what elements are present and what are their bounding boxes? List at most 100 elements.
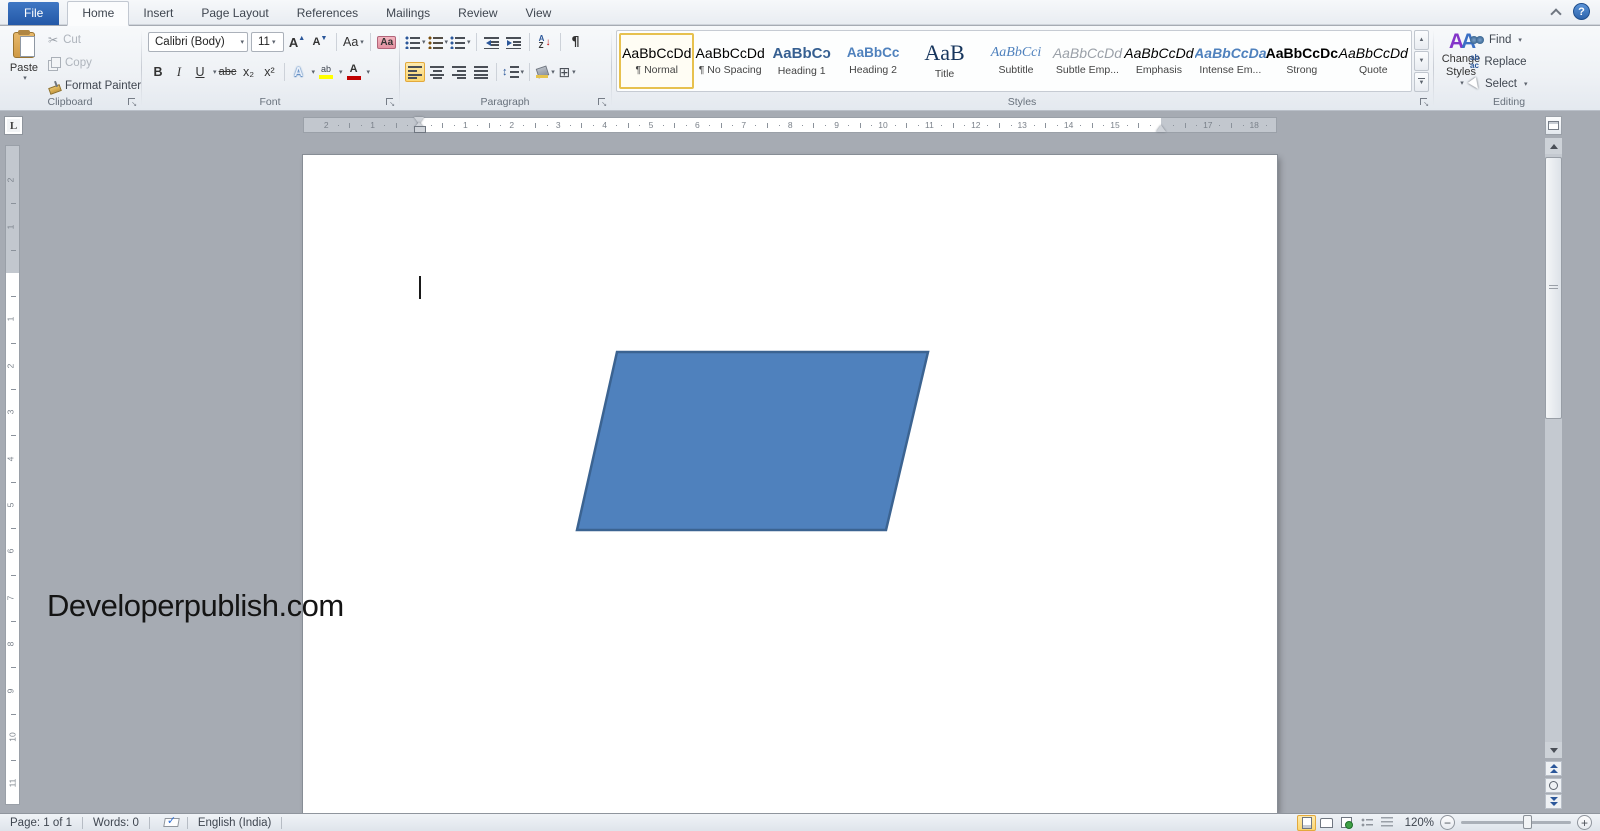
select-button[interactable]: Select ▾ bbox=[1467, 76, 1527, 92]
tab-view[interactable]: View bbox=[512, 2, 566, 25]
styles-more-button[interactable]: ▼ bbox=[1414, 72, 1429, 92]
view-ruler-toggle-button[interactable] bbox=[1545, 116, 1562, 135]
font-color-button[interactable]: A bbox=[344, 62, 364, 82]
web-layout-view-button[interactable] bbox=[1337, 815, 1356, 831]
style--normal[interactable]: AaBbCcDd ¶ Normal bbox=[619, 33, 695, 89]
ribbon-tab-row: File Home Insert Page Layout References Maili… bbox=[0, 0, 1600, 26]
ruler-number: 7 bbox=[741, 120, 747, 130]
bullet-list-icon bbox=[405, 35, 420, 49]
show-formatting-marks-button[interactable]: ¶ bbox=[566, 32, 586, 52]
format-painter-button[interactable]: Format Painter bbox=[48, 77, 141, 95]
paragraph-dialog-launcher[interactable] bbox=[597, 97, 607, 108]
next-page-button[interactable] bbox=[1545, 794, 1562, 809]
bullets-button[interactable]: ▾ bbox=[405, 32, 426, 52]
multilevel-list-button[interactable]: ▾ bbox=[450, 32, 471, 52]
tab-selector-button[interactable]: L bbox=[4, 116, 23, 135]
select-browse-object-button[interactable] bbox=[1545, 778, 1562, 793]
zoom-out-button[interactable]: − bbox=[1440, 815, 1455, 830]
numbering-button[interactable]: ▾ bbox=[427, 32, 448, 52]
zoom-in-button[interactable]: + bbox=[1577, 815, 1592, 830]
copy-button[interactable]: Copy bbox=[48, 54, 141, 72]
style-title[interactable]: AaB Title bbox=[909, 33, 980, 89]
replace-button[interactable]: ab ac Replace bbox=[1470, 54, 1527, 70]
borders-button[interactable]: ⊞ ▾ bbox=[557, 62, 577, 82]
word-count[interactable]: Words: 0 bbox=[91, 817, 141, 829]
styles-dialog-launcher[interactable] bbox=[1419, 97, 1429, 108]
right-indent-marker[interactable] bbox=[1156, 125, 1166, 132]
minimize-ribbon-icon[interactable] bbox=[1549, 5, 1563, 19]
outline-view-button[interactable] bbox=[1357, 815, 1376, 831]
paste-button[interactable]: Paste ▾ bbox=[6, 30, 42, 96]
style--no-spacing[interactable]: AaBbCcDd ¶ No Spacing bbox=[694, 33, 765, 89]
text-effects-button[interactable]: A bbox=[289, 62, 309, 82]
tab-insert[interactable]: Insert bbox=[129, 2, 187, 25]
page-indicator[interactable]: Page: 1 of 1 bbox=[8, 817, 74, 829]
italic-button[interactable]: I bbox=[169, 62, 189, 82]
zoom-slider[interactable] bbox=[1461, 815, 1571, 829]
style-subtitle[interactable]: AaBbCci Subtitle bbox=[980, 33, 1051, 89]
cut-button[interactable]: ✂ Cut bbox=[48, 31, 141, 49]
shrink-font-button[interactable]: A ▼ bbox=[310, 32, 330, 52]
vertical-scrollbar-thumb[interactable] bbox=[1545, 157, 1562, 419]
subscript-button[interactable]: x₂ bbox=[239, 62, 259, 82]
bold-button[interactable]: B bbox=[148, 62, 168, 82]
chevron-down-icon: ▾ bbox=[360, 39, 364, 46]
grow-font-button[interactable]: A ▲ bbox=[287, 32, 307, 52]
justify-button[interactable] bbox=[471, 62, 491, 82]
find-button[interactable]: Find ▾ bbox=[1470, 32, 1527, 48]
style-subtle-emp-[interactable]: AaBbCcDd Subtle Emp... bbox=[1052, 33, 1123, 89]
strikethrough-button[interactable]: abc bbox=[218, 62, 238, 82]
increase-indent-icon bbox=[506, 35, 522, 49]
tab-file[interactable]: File bbox=[8, 2, 60, 25]
align-center-button[interactable] bbox=[427, 62, 447, 82]
language-indicator[interactable]: English (India) bbox=[196, 817, 274, 829]
shading-button[interactable]: ▾ bbox=[535, 62, 555, 82]
align-left-button[interactable] bbox=[405, 62, 425, 82]
underline-button[interactable]: U bbox=[190, 62, 210, 82]
font-dialog-launcher[interactable] bbox=[385, 97, 395, 108]
print-layout-view-button[interactable] bbox=[1297, 814, 1316, 831]
highlight-button[interactable]: ab bbox=[316, 62, 336, 82]
align-right-button[interactable] bbox=[449, 62, 469, 82]
font-name-select[interactable]: Calibri (Body) ▾ bbox=[148, 32, 248, 52]
sort-button[interactable]: AZ ↓ bbox=[535, 32, 555, 52]
clear-formatting-button[interactable]: Aa bbox=[377, 32, 397, 52]
ruler-number: 1 bbox=[370, 120, 375, 130]
tab-page-layout[interactable]: Page Layout bbox=[187, 2, 282, 25]
hanging-indent-marker[interactable] bbox=[414, 121, 426, 133]
tab-review[interactable]: Review bbox=[444, 2, 511, 25]
line-spacing-button[interactable]: ↕ ▾ bbox=[502, 62, 524, 82]
style-heading-2[interactable]: AaBbCc Heading 2 bbox=[837, 33, 908, 89]
fullscreen-reading-view-button[interactable] bbox=[1317, 815, 1336, 831]
styles-scroll-up-button[interactable]: ▲ bbox=[1414, 30, 1429, 50]
help-button[interactable]: ? bbox=[1573, 3, 1590, 20]
style-strong[interactable]: AaBbCcDc Strong bbox=[1266, 33, 1337, 89]
zoom-level[interactable]: 120% bbox=[1402, 817, 1434, 829]
styles-group-label: Styles bbox=[1007, 96, 1037, 108]
horizontal-ruler[interactable]: 2 1 1 2 3 4 5 6 7 8 9 10 11 12 13 14 15 17 18 bbox=[303, 117, 1277, 133]
parallelogram-shape[interactable] bbox=[575, 350, 930, 532]
scroll-down-button[interactable] bbox=[1545, 742, 1562, 758]
clipboard-dialog-launcher[interactable] bbox=[127, 97, 137, 108]
chevron-down-icon: ▾ bbox=[520, 69, 525, 76]
draft-view-button[interactable] bbox=[1377, 815, 1396, 831]
change-case-button[interactable]: Aa ▾ bbox=[343, 32, 364, 52]
increase-indent-button[interactable] bbox=[504, 32, 524, 52]
decrease-indent-button[interactable] bbox=[482, 32, 502, 52]
tab-mailings[interactable]: Mailings bbox=[372, 2, 444, 25]
font-size-select[interactable]: 11 ▾ bbox=[251, 32, 284, 52]
tab-home[interactable]: Home bbox=[67, 1, 130, 26]
styles-scroll-down-button[interactable]: ▼ bbox=[1414, 51, 1429, 71]
style-quote[interactable]: AaBbCcDd Quote bbox=[1338, 33, 1409, 89]
zoom-slider-thumb[interactable] bbox=[1523, 815, 1532, 829]
scroll-up-button[interactable] bbox=[1545, 138, 1562, 154]
align-right-icon bbox=[452, 65, 466, 79]
style-heading-1[interactable]: AaBbCɔ Heading 1 bbox=[766, 33, 837, 89]
style-intense-em-[interactable]: AaBbCcDa Intense Em... bbox=[1195, 33, 1266, 89]
tab-references[interactable]: References bbox=[283, 2, 372, 25]
style-emphasis[interactable]: AaBbCcDd Emphasis bbox=[1123, 33, 1194, 89]
superscript-button[interactable]: x² bbox=[260, 62, 280, 82]
proofing-status-icon[interactable] bbox=[164, 814, 179, 828]
ruler-number: 12 bbox=[971, 120, 981, 130]
previous-page-button[interactable] bbox=[1545, 761, 1562, 776]
